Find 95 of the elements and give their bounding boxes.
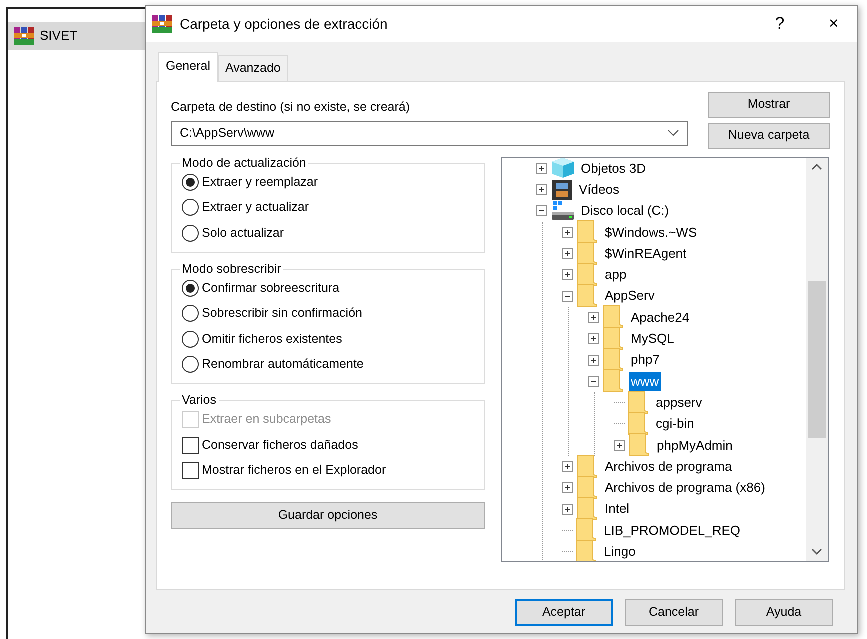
tab[interactable]: General [158, 52, 218, 82]
checkbox[interactable] [182, 462, 199, 479]
cube-icon [551, 158, 575, 180]
expand-icon[interactable] [536, 162, 547, 174]
tree-item[interactable]: www [629, 372, 662, 392]
expand-icon[interactable] [562, 504, 573, 515]
close-button[interactable]: × [811, 6, 857, 42]
collapse-icon[interactable] [562, 290, 573, 302]
action-button[interactable]: Nueva carpeta [708, 122, 830, 149]
tree-item[interactable]: Apache24 [629, 308, 692, 328]
window-title: Carpeta y opciones de extracción [180, 14, 389, 34]
help-button[interactable]: ? [757, 6, 803, 42]
scrollbar-thumb[interactable] [808, 280, 826, 438]
tree-item[interactable]: app [603, 265, 629, 285]
folder-icon [577, 242, 599, 266]
collapse-icon[interactable] [536, 205, 547, 216]
tree-item[interactable]: Archivos de programa [603, 456, 734, 476]
radio-option[interactable]: Extraer y actualizar [182, 194, 474, 220]
group-title: Modo de actualización [181, 156, 308, 170]
folder-icon [603, 348, 625, 372]
radio-button[interactable] [182, 305, 199, 322]
radio-button[interactable] [182, 174, 199, 190]
checkbox-option[interactable]: Conservar ficheros dañados [182, 432, 474, 458]
tree-item[interactable]: Objetos 3D [579, 158, 648, 178]
books-icon [14, 27, 34, 45]
tree-item[interactable]: php7 [629, 350, 662, 370]
drive-icon [551, 200, 575, 221]
tree-item[interactable]: cgi-bin [654, 414, 696, 434]
folder-icon [628, 390, 650, 415]
expand-icon[interactable] [562, 248, 573, 260]
expand-icon[interactable] [588, 333, 599, 344]
tree-item[interactable]: appserv [654, 392, 704, 412]
folder-icon [577, 284, 599, 308]
tree-item[interactable]: MySQL [629, 329, 676, 349]
radio-button[interactable] [182, 330, 199, 348]
group-title: Modo sobrescribir [181, 262, 282, 276]
radio-button[interactable] [182, 199, 199, 216]
radio-option[interactable]: Omitir ficheros existentes [182, 326, 474, 352]
tree-item[interactable]: AppServ [603, 286, 657, 306]
folder-icon [577, 262, 599, 287]
expand-icon[interactable] [562, 269, 573, 280]
dialog-button[interactable]: Aceptar [515, 598, 613, 626]
tab[interactable]: Avanzado [218, 55, 288, 81]
tree-item[interactable]: Intel [603, 499, 632, 519]
folder-icon [603, 369, 625, 394]
folder-icon [576, 540, 598, 561]
tree-item[interactable]: $WinREAgent [603, 244, 689, 264]
chevron-up-icon [812, 164, 822, 170]
dialog-button[interactable]: Ayuda [735, 598, 833, 626]
folder-icon [628, 412, 650, 436]
folder-icon [603, 326, 625, 351]
scrollbar[interactable] [806, 158, 828, 561]
chevron-down-icon [812, 548, 822, 555]
tree-item[interactable]: Disco local (C:) [579, 201, 672, 221]
tree-item[interactable]: phpMyAdmin [655, 436, 735, 455]
folder-icon [577, 476, 599, 500]
collapse-icon[interactable] [588, 376, 599, 387]
radio-button[interactable] [182, 280, 199, 296]
radio-button[interactable] [182, 356, 199, 373]
file-list-item[interactable]: SIVET [8, 22, 145, 50]
expand-icon[interactable] [562, 461, 573, 472]
books-icon [152, 15, 172, 33]
expand-icon[interactable] [562, 226, 573, 238]
folder-icon [577, 497, 599, 522]
tree-item[interactable]: Lingo [602, 542, 638, 561]
expand-icon[interactable] [614, 440, 625, 451]
save-options-button[interactable]: Guardar opciones [171, 502, 485, 530]
checkbox-option[interactable]: Mostrar ficheros en el Explorador [182, 458, 474, 484]
folder-icon [577, 220, 599, 244]
radio-option[interactable]: Sobrescribir sin confirmación [182, 300, 474, 326]
folder-icon [576, 518, 598, 542]
checkbox[interactable] [182, 436, 199, 454]
folder-icon [629, 433, 651, 458]
folder-icon [577, 454, 599, 479]
radio-option[interactable]: Extraer y reemplazar [182, 169, 474, 195]
tree-item[interactable]: Vídeos [577, 180, 622, 200]
tree-item[interactable]: Archivos de programa (x86) [603, 478, 768, 498]
expand-icon[interactable] [588, 312, 599, 323]
radio-option[interactable]: Renombrar automáticamente [182, 352, 474, 378]
group-title: Varios [181, 394, 218, 407]
tree-item[interactable]: $Windows.~WS [603, 222, 700, 242]
chevron-down-icon [668, 130, 679, 136]
expand-icon[interactable] [536, 184, 547, 196]
expand-icon[interactable] [562, 482, 573, 494]
destination-combo[interactable]: C:\AppServ\www [171, 120, 688, 146]
dialog-button[interactable]: Cancelar [625, 598, 723, 626]
field-label: Carpeta de destino (si no existe, se creará) [171, 98, 412, 116]
expand-icon[interactable] [588, 354, 599, 366]
folder-icon [603, 305, 625, 330]
tree-item[interactable]: LIB_PROMODEL_REQ [602, 520, 743, 540]
radio-button[interactable] [182, 224, 199, 242]
action-button[interactable]: Mostrar [708, 92, 830, 118]
radio-option[interactable]: Confirmar sobreescritura [182, 275, 474, 301]
radio-option[interactable]: Solo actualizar [182, 220, 474, 246]
film-icon [551, 178, 573, 201]
